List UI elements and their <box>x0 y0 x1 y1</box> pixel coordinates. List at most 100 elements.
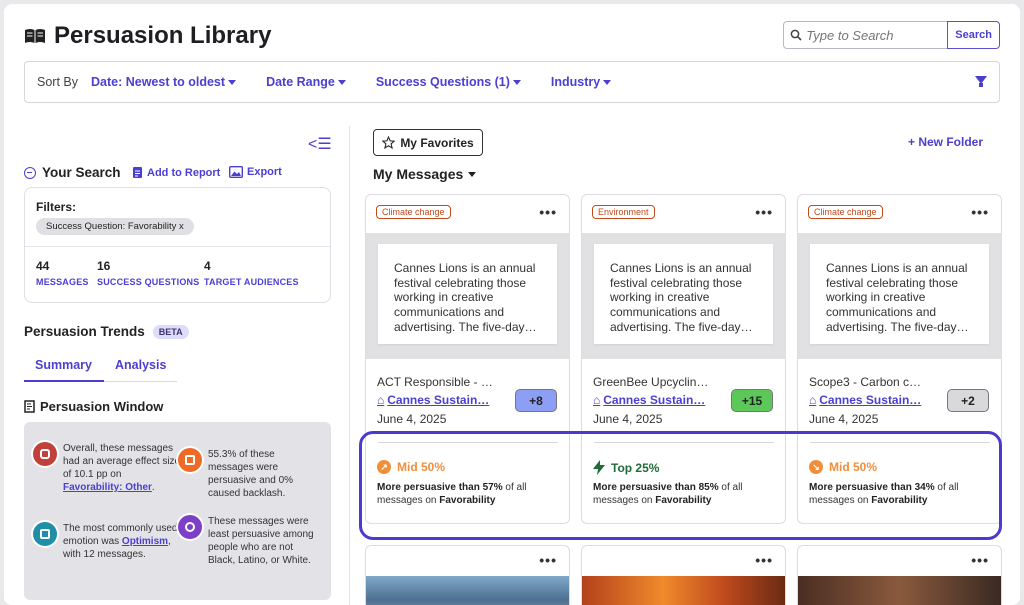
topic-tag: Climate change <box>808 205 883 219</box>
my-favorites-button[interactable]: My Favorites <box>373 129 483 156</box>
insight-text: 55.3% of these messages were persuasive … <box>208 449 294 499</box>
collapse-sidebar-icon[interactable]: <☰ <box>308 134 332 154</box>
caret-down-icon <box>228 79 237 85</box>
search-box <box>783 21 948 49</box>
tab-summary[interactable]: Summary <box>35 358 92 372</box>
message-card-partial[interactable]: ••• <box>581 545 786 605</box>
industry-dropdown[interactable]: Industry <box>550 75 612 89</box>
source-link[interactable]: ⌂ Cannes Sustain… <box>809 393 921 407</box>
report-icon <box>133 167 142 178</box>
open-book-icon <box>25 29 45 43</box>
beta-badge: BETA <box>152 324 189 339</box>
search-bar: Search <box>783 21 1000 49</box>
search-icon <box>790 29 802 41</box>
message-thumbnail <box>366 576 569 605</box>
your-search-header[interactable]: Your Search <box>24 165 121 180</box>
success-questions-dropdown[interactable]: Success Questions (1) <box>376 75 521 89</box>
divider <box>25 246 330 247</box>
more-options-icon[interactable]: ••• <box>539 552 557 568</box>
export-link[interactable]: Export <box>229 166 282 178</box>
optimism-link[interactable]: Optimism <box>122 536 168 547</box>
sort-dropdown[interactable]: Date: Newest to oldest <box>91 75 237 89</box>
insight-text: The most commonly used emotion was Optim… <box>63 523 178 560</box>
date-range-dropdown[interactable]: Date Range <box>266 75 346 89</box>
my-messages-label: My Messages <box>373 166 464 182</box>
filter-bar: Sort By Date: Newest to oldest Date Rang… <box>24 61 1000 103</box>
message-preview: Cannes Lions is an annual festival celeb… <box>378 244 557 344</box>
home-icon: ⌂ <box>593 393 601 407</box>
insight-emotion: The most commonly used emotion was Optim… <box>33 522 183 561</box>
page-title: Persuasion Library <box>54 22 272 49</box>
insight-text: These messages were least persuasive amo… <box>208 516 314 566</box>
star-icon <box>382 136 396 149</box>
insight-audience: These messages were least persuasive amo… <box>178 515 323 567</box>
sort-by-label: Sort By <box>37 75 78 89</box>
source-link[interactable]: ⌂ Cannes Sustain… <box>593 393 705 407</box>
home-icon: ⌂ <box>377 393 385 407</box>
message-date: June 4, 2025 <box>809 412 879 426</box>
search-input[interactable] <box>806 27 947 43</box>
add-to-report-label: Add to Report <box>147 166 221 179</box>
stat-label: MESSAGES <box>36 277 89 287</box>
layers-icon <box>178 448 202 472</box>
insight-text: Overall, these messages had an average e… <box>63 443 181 493</box>
caret-down-icon <box>337 79 346 85</box>
my-favorites-label: My Favorites <box>400 135 474 150</box>
stat-value: 16 <box>97 259 111 273</box>
stat-messages[interactable]: 44 MESSAGES <box>36 259 89 287</box>
your-search-card: Filters: Success Question: Favorability … <box>24 187 331 303</box>
stack-icon <box>33 522 57 546</box>
active-tab-indicator <box>24 380 104 382</box>
lightbulb-icon <box>178 515 202 539</box>
my-messages-dropdown[interactable]: My Messages <box>373 166 477 182</box>
more-options-icon[interactable]: ••• <box>755 204 773 220</box>
filter-chip[interactable]: Success Question: Favorability x <box>36 218 194 235</box>
filter-funnel-icon[interactable] <box>975 76 987 87</box>
search-button[interactable]: Search <box>947 21 1000 49</box>
favorability-other-link[interactable]: Favorability: Other <box>63 482 152 493</box>
add-to-report-link[interactable]: Add to Report <box>132 166 220 179</box>
caret-down-icon <box>512 79 521 85</box>
message-date: June 4, 2025 <box>377 412 447 426</box>
insight-effect-size: Overall, these messages had an average e… <box>33 442 183 494</box>
stat-value: 4 <box>204 259 211 273</box>
caret-down-icon <box>468 171 477 177</box>
date-range-label: Date Range <box>266 75 335 89</box>
insight-persuasive-rate: 55.3% of these messages were persuasive … <box>178 448 323 500</box>
message-card-partial[interactable]: ••• <box>365 545 570 605</box>
chat-icon <box>33 442 57 466</box>
persuasion-trends-header: Persuasion Trends BETA <box>24 324 189 339</box>
persuasion-trends-title: Persuasion Trends <box>24 324 145 339</box>
message-preview: Cannes Lions is an annual festival celeb… <box>810 244 989 344</box>
new-folder-button[interactable]: + New Folder <box>908 135 983 149</box>
message-preview: Cannes Lions is an annual festival celeb… <box>594 244 773 344</box>
more-options-icon[interactable]: ••• <box>755 552 773 568</box>
your-search-title: Your Search <box>42 165 121 180</box>
topic-tag: Environment <box>592 205 655 219</box>
source-link[interactable]: ⌂ Cannes Sustain… <box>377 393 489 407</box>
message-title: GreenBee Upcyclin… <box>593 375 709 389</box>
stat-label: TARGET AUDIENCES <box>204 277 299 287</box>
message-card-partial[interactable]: ••• <box>797 545 1002 605</box>
industry-label: Industry <box>550 75 601 89</box>
more-options-icon[interactable]: ••• <box>539 204 557 220</box>
score-badge: +2 <box>947 389 989 412</box>
stat-success-questions[interactable]: 16 SUCCESS QUESTIONS <box>97 259 199 287</box>
tab-analysis[interactable]: Analysis <box>115 358 166 372</box>
trends-tabs: Summary Analysis <box>24 355 177 382</box>
stat-target-audiences[interactable]: 4 TARGET AUDIENCES <box>204 259 299 287</box>
message-title: ACT Responsible - … <box>377 375 493 389</box>
document-icon <box>24 400 35 413</box>
message-thumbnail <box>798 576 1001 605</box>
success-questions-label: Success Questions (1) <box>375 75 510 89</box>
persuasion-window-panel: Overall, these messages had an average e… <box>24 422 331 600</box>
sort-value: Date: Newest to oldest <box>91 75 226 89</box>
message-thumbnail <box>582 576 785 605</box>
more-options-icon[interactable]: ••• <box>971 204 989 220</box>
panel-divider <box>349 126 350 605</box>
more-options-icon[interactable]: ••• <box>971 552 989 568</box>
export-label: Export <box>247 166 282 178</box>
highlight-annotation <box>359 431 1002 540</box>
topic-tag: Climate change <box>376 205 451 219</box>
minus-circle-icon <box>24 166 36 179</box>
